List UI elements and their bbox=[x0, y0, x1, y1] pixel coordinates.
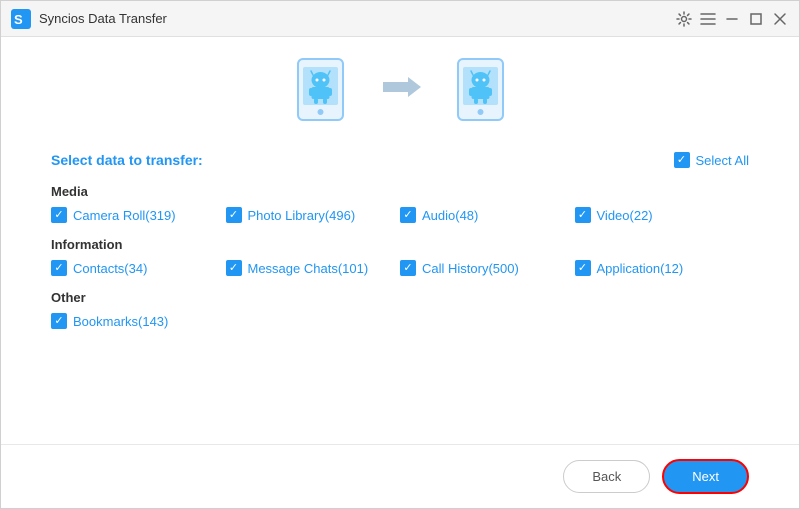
list-item[interactable]: ✓ Photo Library(496) bbox=[226, 207, 401, 223]
select-data-label: Select data to transfer: bbox=[51, 152, 203, 168]
checkbox-2-0[interactable]: ✓ bbox=[51, 313, 67, 329]
check-icon: ✓ bbox=[403, 210, 412, 221]
check-icon: ✓ bbox=[229, 263, 238, 274]
next-button[interactable]: Next bbox=[662, 459, 749, 494]
check-icon: ✓ bbox=[578, 210, 587, 221]
check-icon: ✓ bbox=[54, 263, 63, 274]
close-icon[interactable] bbox=[771, 10, 789, 28]
item-label-0-3[interactable]: Video(22) bbox=[597, 208, 653, 223]
item-label-1-0[interactable]: Contacts(34) bbox=[73, 261, 147, 276]
list-item[interactable]: ✓ Message Chats(101) bbox=[226, 260, 401, 276]
check-icon: ✓ bbox=[403, 263, 412, 274]
back-button[interactable]: Back bbox=[563, 460, 650, 493]
item-label-0-1[interactable]: Photo Library(496) bbox=[248, 208, 356, 223]
checkbox-1-0[interactable]: ✓ bbox=[51, 260, 67, 276]
checkbox-check-icon: ✓ bbox=[677, 155, 686, 166]
list-item[interactable]: ✓ Call History(500) bbox=[400, 260, 575, 276]
check-icon: ✓ bbox=[229, 210, 238, 221]
bottom-bar: Back Next bbox=[1, 444, 799, 508]
list-item[interactable]: ✓ Video(22) bbox=[575, 207, 750, 223]
categories-container: Media ✓ Camera Roll(319) ✓ Photo Library(496… bbox=[51, 184, 749, 343]
items-row-0: ✓ Camera Roll(319) ✓ Photo Library(496) ✓ Aud… bbox=[51, 207, 749, 223]
app-title: Syncios Data Transfer bbox=[39, 11, 675, 26]
checkbox-0-3[interactable]: ✓ bbox=[575, 207, 591, 223]
check-icon: ✓ bbox=[54, 210, 63, 221]
list-item[interactable]: ✓ Bookmarks(143) bbox=[51, 313, 226, 329]
category-other: Other ✓ Bookmarks(143) bbox=[51, 290, 749, 329]
select-all-container[interactable]: ✓ Select All bbox=[674, 152, 749, 168]
checkbox-1-2[interactable]: ✓ bbox=[400, 260, 416, 276]
select-all-checkbox[interactable]: ✓ bbox=[674, 152, 690, 168]
checkbox-0-1[interactable]: ✓ bbox=[226, 207, 242, 223]
list-item bbox=[400, 313, 575, 329]
items-row-2: ✓ Bookmarks(143) bbox=[51, 313, 749, 329]
list-item[interactable]: ✓ Audio(48) bbox=[400, 207, 575, 223]
app-logo: S bbox=[11, 9, 31, 29]
item-label-0-0[interactable]: Camera Roll(319) bbox=[73, 208, 176, 223]
check-icon: ✓ bbox=[54, 316, 63, 327]
category-title-1: Information bbox=[51, 237, 749, 252]
category-title-0: Media bbox=[51, 184, 749, 199]
category-media: Media ✓ Camera Roll(319) ✓ Photo Library(496… bbox=[51, 184, 749, 223]
select-header: Select data to transfer: ✓ Select All bbox=[51, 152, 749, 168]
item-label-1-3[interactable]: Application(12) bbox=[597, 261, 684, 276]
item-label-0-2[interactable]: Audio(48) bbox=[422, 208, 478, 223]
transfer-arrow bbox=[378, 72, 423, 107]
window-controls bbox=[675, 10, 789, 28]
checkbox-1-1[interactable]: ✓ bbox=[226, 260, 242, 276]
settings-icon[interactable] bbox=[675, 10, 693, 28]
list-item bbox=[575, 313, 750, 329]
checkbox-0-0[interactable]: ✓ bbox=[51, 207, 67, 223]
list-item[interactable]: ✓ Application(12) bbox=[575, 260, 750, 276]
item-label-1-1[interactable]: Message Chats(101) bbox=[248, 261, 369, 276]
maximize-icon[interactable] bbox=[747, 10, 765, 28]
source-device bbox=[293, 57, 348, 122]
list-item[interactable]: ✓ Contacts(34) bbox=[51, 260, 226, 276]
device-transfer-area bbox=[51, 57, 749, 132]
category-information: Information ✓ Contacts(34) ✓ Message Chats(1… bbox=[51, 237, 749, 276]
list-item bbox=[226, 313, 401, 329]
menu-icon[interactable] bbox=[699, 10, 717, 28]
item-label-1-2[interactable]: Call History(500) bbox=[422, 261, 519, 276]
main-content: Select data to transfer: ✓ Select All Me… bbox=[1, 37, 799, 444]
svg-text:S: S bbox=[14, 12, 23, 27]
list-item[interactable]: ✓ Camera Roll(319) bbox=[51, 207, 226, 223]
checkbox-0-2[interactable]: ✓ bbox=[400, 207, 416, 223]
check-icon: ✓ bbox=[578, 263, 587, 274]
target-device bbox=[453, 57, 508, 122]
title-bar: S Syncios Data Transfer bbox=[1, 1, 799, 37]
select-all-label[interactable]: Select All bbox=[696, 153, 749, 168]
checkbox-1-3[interactable]: ✓ bbox=[575, 260, 591, 276]
item-label-2-0[interactable]: Bookmarks(143) bbox=[73, 314, 168, 329]
category-title-2: Other bbox=[51, 290, 749, 305]
items-row-1: ✓ Contacts(34) ✓ Message Chats(101) ✓ Call Hi… bbox=[51, 260, 749, 276]
minimize-icon[interactable] bbox=[723, 10, 741, 28]
